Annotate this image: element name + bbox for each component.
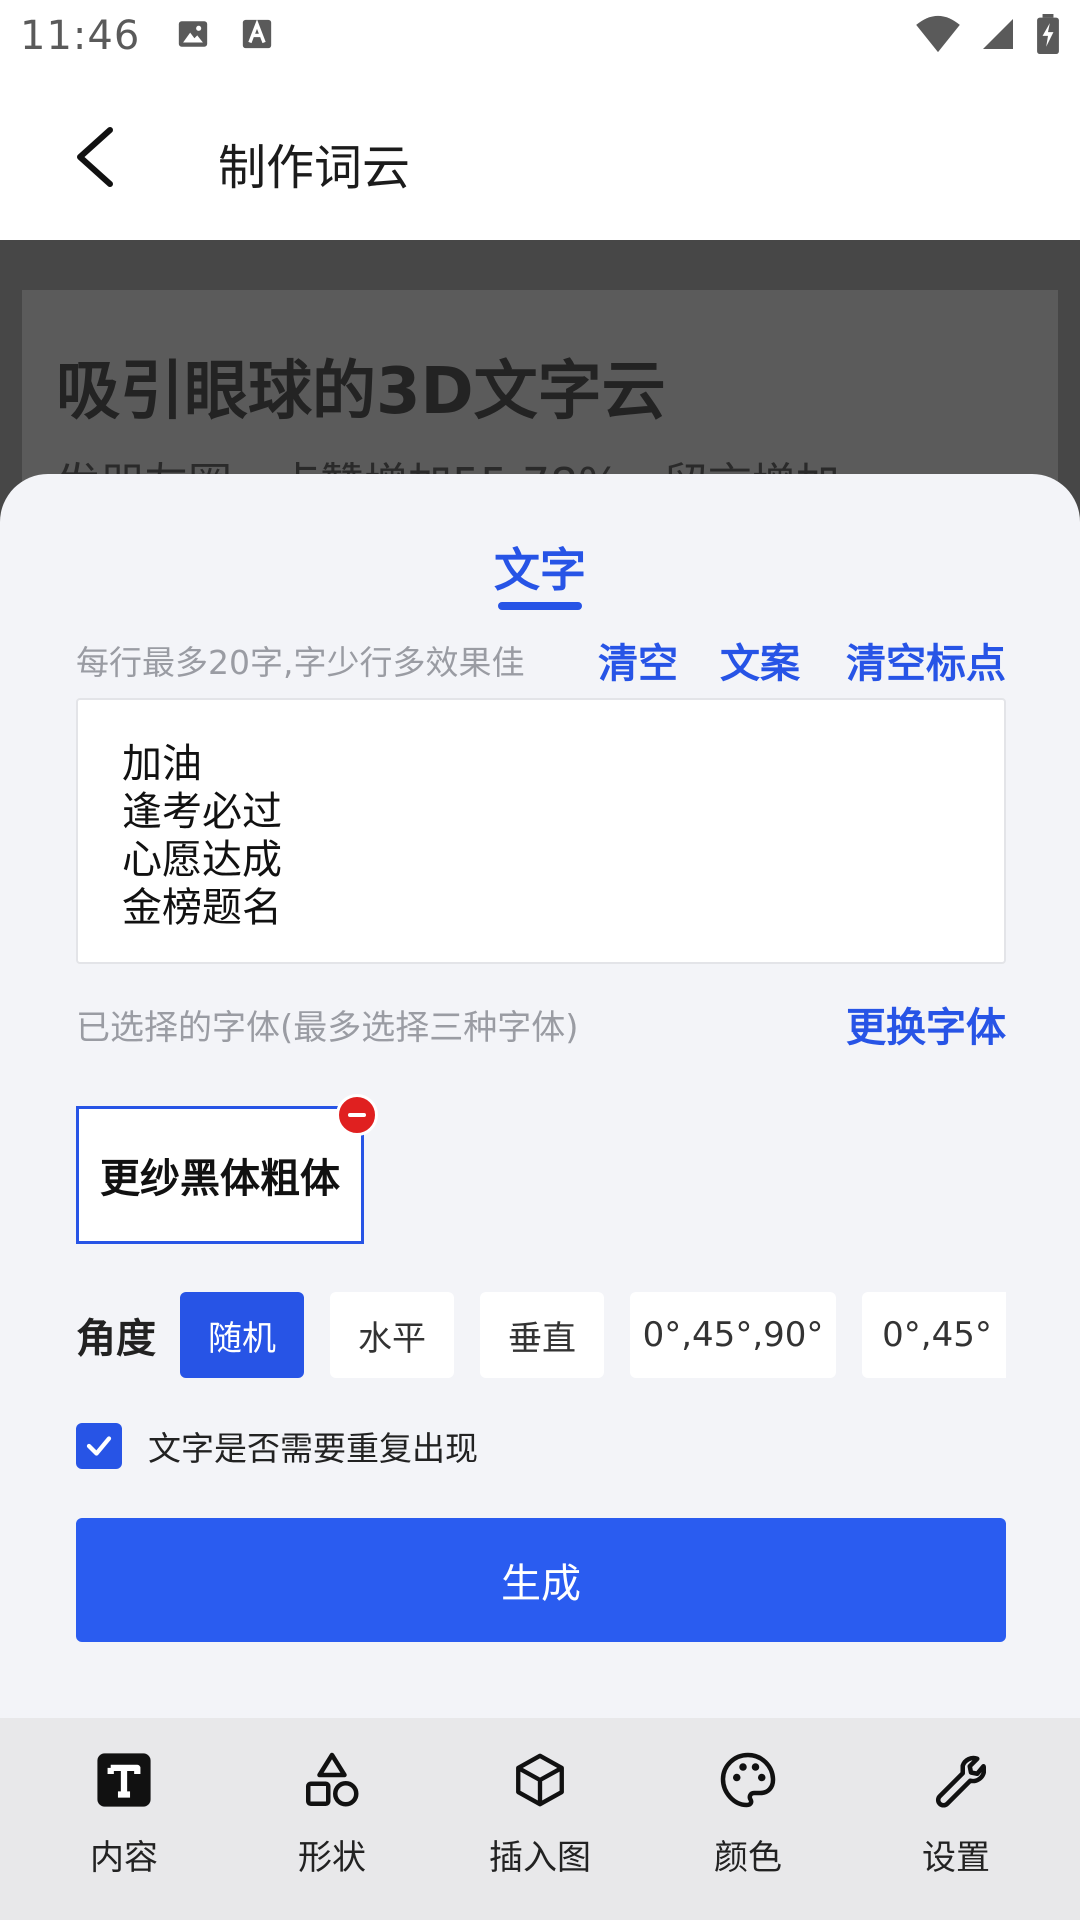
repeat-checkbox[interactable] (76, 1423, 122, 1469)
nav-label: 颜色 (714, 1838, 782, 1878)
remove-font-button[interactable] (336, 1094, 378, 1136)
shapes-icon (300, 1748, 364, 1812)
nav-item-insert-image[interactable]: 插入图 (450, 1718, 630, 1920)
back-button[interactable] (60, 122, 130, 192)
app-header: 制作词云 (0, 72, 1080, 240)
image-notification-icon (176, 17, 210, 55)
angle-label: 角度 (76, 1316, 156, 1362)
change-font-button[interactable]: 更换字体 (846, 995, 1006, 1053)
angle-option-horizontal[interactable]: 水平 (330, 1292, 454, 1378)
screen: 11:46 制作词云 吸引眼球的3D文字云 文字 每行最多20字,字少行多效果佳… (0, 0, 1080, 1920)
text-line: 逢考必过 (122, 789, 282, 835)
nav-item-settings[interactable]: 设置 (866, 1718, 1046, 1920)
repeat-option[interactable]: 文字是否需要重复出现 (76, 1420, 478, 1472)
status-time: 11:46 (20, 13, 141, 59)
copywriting-button[interactable]: 文案 (720, 631, 800, 689)
selected-font-name: 更纱黑体粗体 (100, 1156, 340, 1202)
nav-item-shape[interactable]: 形状 (242, 1718, 422, 1920)
font-notification-icon (240, 17, 274, 55)
text-hint: 每行最多20字,字少行多效果佳 (76, 643, 525, 682)
angle-option-0-45-90[interactable]: 0°,45°,90° (630, 1292, 836, 1378)
word-text-input[interactable]: 加油 逢考必过 心愿达成 金榜题名 (76, 698, 1006, 964)
minus-icon (348, 1113, 366, 1117)
nav-item-color[interactable]: 颜色 (658, 1718, 838, 1920)
selected-font-chip[interactable]: 更纱黑体粗体 (76, 1106, 364, 1244)
font-row: 已选择的字体(最多选择三种字体) 更换字体 (76, 994, 1006, 1054)
wrench-icon (924, 1748, 988, 1812)
text-line: 金榜题名 (122, 885, 282, 931)
battery-icon (1036, 14, 1060, 58)
chevron-left-icon (77, 127, 113, 187)
text-t-icon (92, 1748, 156, 1812)
tab-text[interactable]: 文字 (0, 534, 1080, 600)
font-hint: 已选择的字体(最多选择三种字体) (76, 1007, 579, 1048)
clear-button[interactable]: 清空 (598, 631, 678, 689)
angle-row: 角度 随机 水平 垂直 0°,45°,90° 0°,45° (76, 1292, 1006, 1378)
repeat-label: 文字是否需要重复出现 (148, 1429, 478, 1468)
angle-option-0-45[interactable]: 0°,45° (862, 1292, 1006, 1378)
text-line: 心愿达成 (122, 837, 282, 883)
nav-label: 插入图 (489, 1838, 591, 1878)
wifi-icon (916, 14, 960, 58)
word-cloud-panel: 文字 每行最多20字,字少行多效果佳 清空 文案 清空标点 加油 逢考必过 心愿… (0, 474, 1080, 1718)
tab-indicator (498, 602, 582, 610)
bottom-nav: 内容 形状 插入图 颜色 设置 (0, 1718, 1080, 1920)
angle-options: 随机 水平 垂直 0°,45°,90° 0°,45° (180, 1292, 1006, 1378)
status-notification-icons (176, 17, 274, 55)
generate-button[interactable]: 生成 (76, 1518, 1006, 1642)
angle-option-vertical[interactable]: 垂直 (480, 1292, 604, 1378)
nav-label: 内容 (90, 1838, 158, 1878)
background-headline: 吸引眼球的3D文字云 (56, 355, 666, 429)
angle-option-random[interactable]: 随机 (180, 1292, 304, 1378)
clear-punctuation-button[interactable]: 清空标点 (846, 631, 1006, 689)
nav-label: 形状 (298, 1838, 366, 1878)
status-bar: 11:46 (0, 0, 1080, 72)
text-line: 加油 (122, 741, 202, 787)
status-system-icons (916, 14, 1060, 58)
page-title: 制作词云 (218, 140, 411, 196)
checkmark-icon (86, 1436, 112, 1456)
nav-label: 设置 (922, 1838, 990, 1878)
palette-icon (716, 1748, 780, 1812)
nav-item-content[interactable]: 内容 (34, 1718, 214, 1920)
text-hint-row: 每行最多20字,字少行多效果佳 清空 文案 清空标点 (76, 630, 1006, 690)
cube-icon (508, 1748, 572, 1812)
signal-icon (980, 16, 1016, 56)
